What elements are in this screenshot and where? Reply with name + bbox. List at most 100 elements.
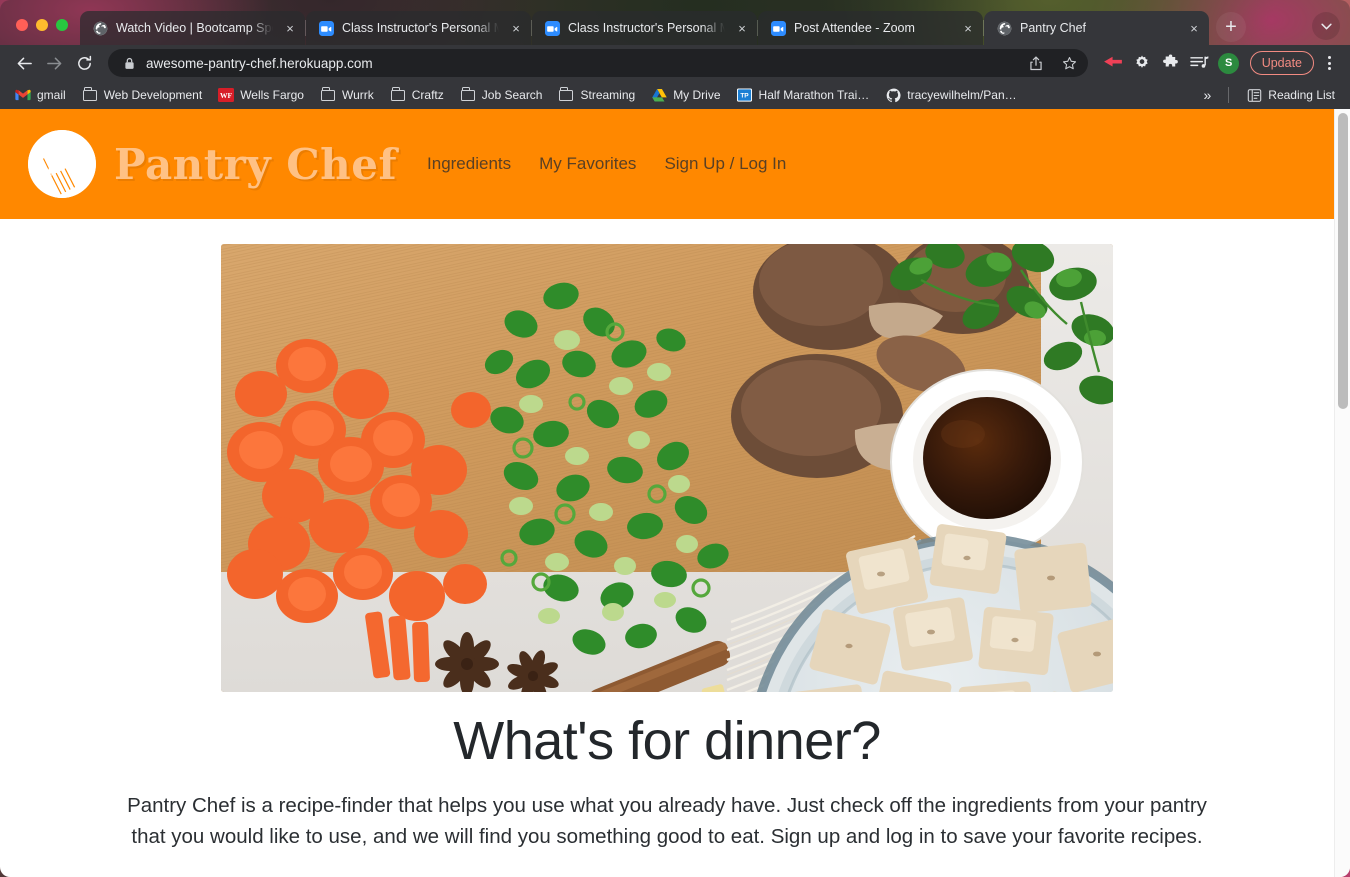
browser-tab-4[interactable]: Post Attendee - Zoom × bbox=[758, 11, 984, 45]
minimize-window-button[interactable] bbox=[36, 19, 48, 31]
tab-title: Class Instructor's Personal M bbox=[342, 21, 499, 35]
bookmarks-overflow-button[interactable]: » bbox=[1196, 84, 1218, 106]
bookmark-github-repo[interactable]: tracyewilhelm/Pan… bbox=[878, 84, 1023, 106]
bookmark-label: tracyewilhelm/Pan… bbox=[907, 88, 1017, 102]
bookmark-job-search[interactable]: Job Search bbox=[453, 84, 550, 106]
close-tab-button[interactable]: × bbox=[507, 19, 525, 37]
bookmark-label: Wurrk bbox=[341, 88, 374, 102]
bookmark-my-drive[interactable]: My Drive bbox=[644, 84, 727, 106]
bookmark-gmail[interactable]: gmail bbox=[8, 84, 73, 106]
browser-tab-1[interactable]: Watch Video | Bootcamp Spo × bbox=[80, 11, 306, 45]
page-scrollbar[interactable] bbox=[1334, 109, 1350, 877]
back-button[interactable] bbox=[10, 49, 38, 77]
reload-button[interactable] bbox=[70, 49, 98, 77]
folder-icon bbox=[320, 86, 336, 103]
profile-avatar[interactable]: S bbox=[1216, 50, 1242, 76]
reading-list-button[interactable]: Reading List bbox=[1239, 84, 1342, 106]
forward-button[interactable] bbox=[40, 49, 68, 77]
tab-list: Watch Video | Bootcamp Spo × Class Instr… bbox=[80, 0, 1210, 46]
lock-icon bbox=[122, 51, 136, 75]
close-window-button[interactable] bbox=[16, 19, 28, 31]
close-tab-button[interactable]: × bbox=[281, 19, 299, 37]
tab-title: Post Attendee - Zoom bbox=[794, 21, 915, 35]
browser-window: Watch Video | Bootcamp Spo × Class Instr… bbox=[0, 0, 1350, 877]
trainingpeaks-icon: TP bbox=[737, 87, 753, 103]
bookmark-label: Half Marathon Trai… bbox=[758, 88, 870, 102]
browser-toolbar: awesome-pantry-chef.herokuapp.com S Upda… bbox=[0, 45, 1350, 81]
tab-title: Pantry Chef bbox=[1020, 21, 1087, 35]
update-button[interactable]: Update bbox=[1249, 51, 1314, 75]
wells-fargo-icon: WF bbox=[218, 87, 235, 103]
bookmark-label: gmail bbox=[37, 88, 66, 102]
bookmark-label: Craftz bbox=[411, 88, 444, 102]
close-tab-button[interactable]: × bbox=[733, 19, 751, 37]
folder-icon bbox=[82, 86, 98, 103]
pocket-icon[interactable] bbox=[1100, 50, 1126, 76]
browser-tab-3[interactable]: Class Instructor's Personal M × bbox=[532, 11, 758, 45]
nav-item-ingredients[interactable]: Ingredients bbox=[427, 154, 511, 174]
tab-title: Watch Video | Bootcamp Spo bbox=[116, 21, 273, 35]
page-viewport: Pantry Chef Ingredients My Favorites Sig… bbox=[0, 109, 1350, 877]
globe-icon bbox=[92, 20, 108, 36]
address-bar[interactable]: awesome-pantry-chef.herokuapp.com bbox=[108, 49, 1088, 77]
svg-text:WF: WF bbox=[220, 91, 233, 100]
bookmark-web-development[interactable]: Web Development bbox=[75, 84, 210, 106]
browser-menu-button[interactable] bbox=[1318, 50, 1340, 76]
nav-item-my-favorites[interactable]: My Favorites bbox=[539, 154, 636, 174]
puzzle-icon[interactable] bbox=[1158, 50, 1184, 76]
gear-icon[interactable] bbox=[1129, 50, 1155, 76]
window-controls bbox=[8, 19, 80, 45]
page-title: What's for dinner? bbox=[453, 711, 881, 771]
playlist-icon[interactable] bbox=[1187, 50, 1213, 76]
site-brand[interactable]: Pantry Chef bbox=[114, 140, 397, 189]
close-tab-button[interactable]: × bbox=[1185, 19, 1203, 37]
hero-food-image bbox=[221, 244, 1113, 692]
new-tab-button[interactable]: + bbox=[1216, 12, 1246, 42]
page-content: What's for dinner? Pantry Chef is a reci… bbox=[0, 219, 1334, 852]
scrollbar-thumb[interactable] bbox=[1338, 113, 1348, 409]
url-text: awesome-pantry-chef.herokuapp.com bbox=[146, 55, 373, 71]
bookmark-wurrk[interactable]: Wurrk bbox=[313, 84, 381, 106]
folder-icon bbox=[558, 86, 574, 103]
browser-tab-2[interactable]: Class Instructor's Personal M × bbox=[306, 11, 532, 45]
bookmarks-divider bbox=[1228, 87, 1230, 103]
close-tab-button[interactable]: × bbox=[959, 19, 977, 37]
bookmarks-overflow-group: » Reading List bbox=[1196, 84, 1342, 106]
tab-strip: Watch Video | Bootcamp Spo × Class Instr… bbox=[0, 0, 1350, 46]
browser-tab-5-active[interactable]: Pantry Chef × bbox=[984, 11, 1209, 46]
bookmarks-bar: gmail Web Development WF Wells Fargo Wur… bbox=[0, 81, 1350, 109]
chef-hat-icon[interactable] bbox=[28, 130, 96, 198]
globe-icon bbox=[996, 20, 1012, 36]
gmail-icon bbox=[15, 87, 31, 103]
share-icon[interactable] bbox=[1024, 51, 1048, 75]
folder-icon bbox=[460, 86, 476, 103]
bookmark-label: Wells Fargo bbox=[240, 88, 304, 102]
hero-image-svg bbox=[221, 244, 1113, 692]
svg-text:TP: TP bbox=[740, 93, 749, 100]
folder-icon bbox=[390, 86, 406, 103]
page-description: Pantry Chef is a recipe-finder that help… bbox=[127, 794, 1207, 848]
avatar: S bbox=[1218, 52, 1240, 74]
bookmark-craftz[interactable]: Craftz bbox=[383, 84, 451, 106]
bookmark-label: Streaming bbox=[580, 88, 636, 102]
site-nav: Ingredients My Favorites Sign Up / Log I… bbox=[427, 154, 786, 174]
nav-item-sign-up-log-in[interactable]: Sign Up / Log In bbox=[664, 154, 786, 174]
extension-icons: S bbox=[1096, 50, 1242, 76]
reading-list-label: Reading List bbox=[1268, 88, 1335, 102]
zoom-icon bbox=[770, 20, 786, 36]
bookmark-label: Web Development bbox=[103, 88, 203, 102]
maximize-window-button[interactable] bbox=[56, 19, 68, 31]
bookmark-streaming[interactable]: Streaming bbox=[551, 84, 642, 106]
bookmark-star-icon[interactable] bbox=[1058, 51, 1082, 75]
tab-search-chevron-down-icon[interactable] bbox=[1312, 12, 1340, 40]
site-header: Pantry Chef Ingredients My Favorites Sig… bbox=[0, 109, 1334, 219]
github-icon bbox=[885, 87, 901, 103]
bookmark-wells-fargo[interactable]: WF Wells Fargo bbox=[211, 84, 311, 106]
bookmark-label: Job Search bbox=[481, 88, 543, 102]
google-drive-icon bbox=[651, 87, 667, 103]
bookmark-label: My Drive bbox=[673, 88, 721, 102]
zoom-icon bbox=[544, 20, 560, 36]
tab-title: Class Instructor's Personal M bbox=[568, 21, 725, 35]
reading-list-icon bbox=[1246, 87, 1262, 103]
bookmark-half-marathon-training[interactable]: TP Half Marathon Trai… bbox=[730, 84, 877, 106]
